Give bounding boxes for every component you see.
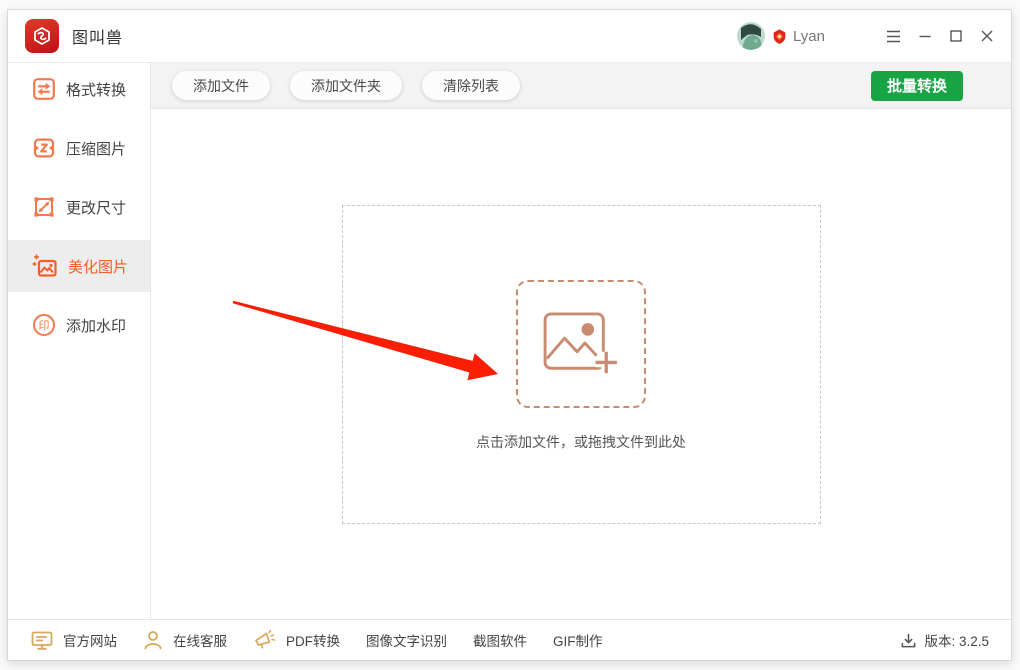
footer-link-screenshot[interactable]: 截图软件: [473, 630, 527, 650]
app-logo-icon: [25, 19, 59, 53]
clear-list-button[interactable]: 清除列表: [422, 71, 520, 100]
resize-image-icon: [32, 195, 56, 219]
toolbar: 添加文件 添加文件夹 清除列表 批量转换: [151, 63, 1011, 109]
megaphone-icon: [253, 629, 276, 651]
username: Lyan: [793, 28, 825, 45]
version-label: 版本: 3.2.5: [924, 630, 989, 650]
sidebar-item-add-watermark[interactable]: 印 添加水印: [8, 299, 150, 351]
dropzone[interactable]: 点击添加文件，或拖拽文件到此处: [342, 205, 821, 524]
sidebar-item-beautify-image[interactable]: 美化图片: [8, 240, 150, 292]
vip-badge-icon[interactable]: [771, 28, 788, 45]
avatar[interactable]: [737, 22, 765, 50]
minimize-button[interactable]: [916, 28, 933, 45]
footer-link-ocr[interactable]: 图像文字识别: [366, 630, 447, 650]
download-update-icon: [900, 632, 917, 649]
sidebar-item-label: 格式转换: [66, 79, 126, 100]
sidebar-item-resize-image[interactable]: 更改尺寸: [8, 181, 150, 233]
sidebar: 格式转换 压缩图片: [8, 63, 151, 619]
sidebar-item-label: 压缩图片: [66, 138, 126, 159]
sidebar-item-label: 更改尺寸: [66, 197, 126, 218]
menu-icon[interactable]: [885, 28, 902, 45]
footer-link-gif-maker[interactable]: GIF制作: [553, 630, 603, 650]
main-content: 点击添加文件，或拖拽文件到此处: [151, 109, 1011, 619]
batch-convert-button[interactable]: 批量转换: [871, 71, 963, 101]
account-area[interactable]: Lyan: [737, 22, 825, 50]
footer-link-official-site[interactable]: 官方网站: [31, 630, 117, 651]
sidebar-item-label: 美化图片: [68, 256, 128, 277]
window-controls: [885, 28, 995, 45]
beautify-image-icon: [32, 253, 58, 279]
footer: 官方网站 在线客服 PDF转换 图像文字识别: [8, 619, 1011, 660]
footer-link-pdf-convert[interactable]: PDF转换: [253, 629, 340, 651]
app-window: 图叫兽 Lyan: [7, 9, 1012, 661]
add-file-button[interactable]: 添加文件: [172, 71, 270, 100]
person-icon: [143, 630, 163, 650]
footer-link-online-support[interactable]: 在线客服: [143, 630, 227, 650]
sidebar-item-format-convert[interactable]: 格式转换: [8, 63, 150, 115]
image-add-icon: [542, 311, 620, 377]
dropzone-hint: 点击添加文件，或拖拽文件到此处: [343, 432, 820, 452]
close-button[interactable]: [978, 28, 995, 45]
sidebar-item-compress-image[interactable]: 压缩图片: [8, 122, 150, 174]
add-image-button[interactable]: [516, 280, 646, 408]
sidebar-item-label: 添加水印: [66, 315, 126, 336]
format-convert-icon: [32, 77, 56, 101]
app-title: 图叫兽: [72, 24, 123, 48]
compress-image-icon: [32, 136, 56, 160]
titlebar: 图叫兽 Lyan: [8, 10, 1011, 63]
monitor-icon: [31, 630, 53, 651]
add-folder-button[interactable]: 添加文件夹: [290, 71, 402, 100]
maximize-button[interactable]: [947, 28, 964, 45]
svg-text:印: 印: [39, 319, 50, 332]
version-area[interactable]: 版本: 3.2.5: [900, 630, 989, 650]
add-watermark-icon: 印: [32, 313, 56, 337]
